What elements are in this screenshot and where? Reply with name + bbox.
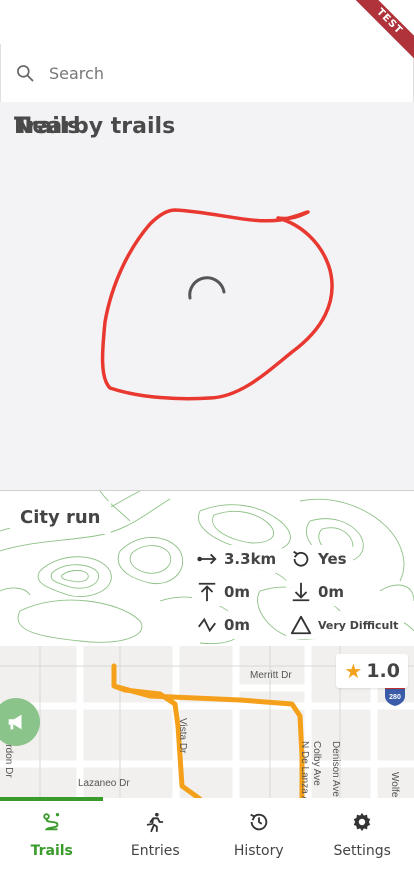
megaphone-icon: [8, 714, 22, 730]
trail-map[interactable]: 280 Lazaneo Dr Colby Ave Denison Ave Mer…: [0, 646, 414, 798]
stat-elevation: 0m: [192, 611, 257, 639]
history-icon: [250, 813, 267, 831]
ascent-value: 0m: [224, 583, 251, 601]
elevation-value: 0m: [224, 616, 251, 634]
red-circle-annotation: [100, 208, 334, 401]
street-label-delanza: N De Lanza Ave: [299, 741, 310, 798]
descent-icon: [292, 582, 310, 602]
annotation-overlay: [100, 208, 334, 401]
runner-icon: [147, 812, 164, 833]
street-label-merritt: Merritt Dr: [250, 670, 292, 681]
loading-spinner-icon: [188, 276, 226, 300]
trails-title: Trails: [14, 114, 81, 139]
nav-item-entries[interactable]: Entries: [104, 801, 208, 896]
stat-difficulty: Very Difficult: [286, 611, 405, 639]
gear-icon: [354, 812, 371, 832]
trail-card[interactable]: City run 3.3km Yes 0m 0m 0m Very Difficu…: [0, 490, 414, 798]
route-icon: [43, 813, 59, 831]
loop-value: Yes: [318, 550, 347, 568]
trail-name: City run: [10, 501, 111, 534]
stat-ascent: 0m: [192, 578, 257, 606]
distance-value: 3.3km: [224, 550, 277, 568]
nav-label-settings: Settings: [333, 843, 391, 859]
bottom-nav: Trails Entries History Settings: [0, 801, 414, 896]
stat-loop: Yes: [286, 545, 353, 573]
street-label-lazaneo: Lazaneo Dr: [78, 778, 130, 789]
descent-value: 0m: [318, 583, 345, 601]
nav-item-trails[interactable]: Trails: [0, 801, 104, 896]
nav-label-trails: Trails: [30, 843, 73, 859]
loop-icon: [293, 550, 309, 567]
difficulty-triangle-icon: [290, 615, 312, 635]
elevation-icon: [198, 617, 216, 633]
trail-rating: ★ 1.0: [336, 654, 408, 688]
nav-label-entries: Entries: [130, 843, 180, 859]
search-icon: [17, 65, 34, 82]
stat-distance: 3.3km: [192, 545, 283, 573]
nav-item-history[interactable]: History: [207, 801, 311, 896]
nav-item-settings[interactable]: Settings: [311, 801, 414, 896]
distance-icon: [197, 553, 217, 565]
street-label-wolfe: Wolfe Rd: [389, 772, 400, 798]
difficulty-value: Very Difficult: [318, 618, 399, 632]
nearby-trails-section: Nearby trails Trails: [0, 102, 414, 490]
search-input[interactable]: [49, 63, 369, 83]
highway-label: 280: [389, 694, 401, 701]
street-label-vista: Vista Dr: [177, 718, 188, 754]
ascent-icon: [198, 582, 216, 602]
search-bar[interactable]: [0, 44, 414, 102]
street-label-denison: Denison Ave: [330, 741, 341, 797]
street-label-colby: Colby Ave: [311, 741, 322, 786]
nav-label-history: History: [233, 843, 284, 859]
rating-value: 1.0: [366, 660, 400, 682]
star-icon: ★: [344, 659, 363, 683]
stat-descent: 0m: [286, 578, 351, 606]
